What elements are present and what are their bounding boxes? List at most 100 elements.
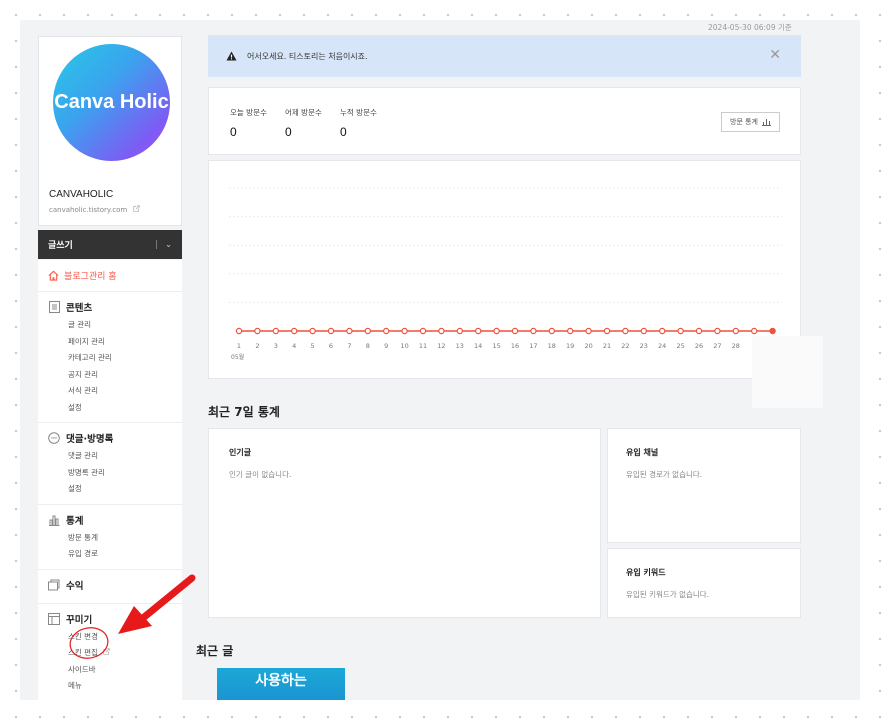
- data-point[interactable]: [290, 327, 298, 335]
- data-point[interactable]: [585, 327, 592, 335]
- x-tick-label: 14: [474, 342, 482, 350]
- data-point[interactable]: [530, 327, 537, 335]
- yesterday-visits-count: 0: [285, 125, 292, 139]
- sidebar-section-revenue: 수익: [38, 569, 182, 604]
- sidebar-item-contents[interactable]: 콘텐츠: [48, 300, 182, 314]
- referrer-keyword-empty: 유입된 키워드가 없습니다.: [626, 590, 710, 599]
- data-point[interactable]: [751, 327, 758, 335]
- data-point[interactable]: [419, 327, 427, 335]
- sidebar-subitem-menu[interactable]: 메뉴: [48, 678, 182, 695]
- data-point[interactable]: [475, 327, 482, 335]
- data-point[interactable]: [695, 327, 703, 335]
- x-tick-label: 28: [732, 342, 740, 350]
- sidebar-subitem-guestbook[interactable]: 방명록 관리: [48, 465, 182, 482]
- data-point[interactable]: [567, 327, 574, 335]
- welcome-notice: 어서오세요. 티스토리는 처음이시죠. ✕: [208, 35, 801, 77]
- sidebar-subitem-posts[interactable]: 글 관리: [48, 317, 182, 334]
- sidebar-item-revenue[interactable]: 수익: [48, 578, 182, 592]
- chart-icon: [48, 514, 60, 526]
- sidebar-subitem-visit-stats[interactable]: 방문 통계: [48, 530, 182, 547]
- x-tick-label: 13: [456, 342, 464, 350]
- referrer-keyword-title: 유입 키워드: [626, 568, 666, 577]
- thumbnail-text: 사용하는: [255, 673, 307, 689]
- sidebar-item-comments[interactable]: 댓글·방명록: [48, 431, 182, 445]
- data-point[interactable]: [640, 327, 647, 335]
- data-point[interactable]: [382, 327, 390, 335]
- data-point[interactable]: [254, 327, 261, 335]
- avatar[interactable]: Canva Holic: [53, 44, 170, 161]
- data-point[interactable]: [603, 327, 611, 335]
- popular-posts-title: 인기글: [229, 448, 252, 457]
- data-point[interactable]: [235, 327, 243, 335]
- blog-url-text: canvaholic.tistory.com: [49, 206, 128, 214]
- data-point[interactable]: [456, 327, 463, 335]
- x-tick-label: 25: [676, 342, 684, 350]
- data-point[interactable]: [769, 327, 776, 335]
- visit-stats-button[interactable]: 방문 통계: [721, 112, 780, 132]
- write-button[interactable]: 글쓰기 ⌄: [38, 230, 182, 259]
- data-point[interactable]: [732, 327, 740, 335]
- close-icon[interactable]: ✕: [769, 48, 781, 62]
- data-point[interactable]: [548, 327, 555, 335]
- blog-name[interactable]: CANVAHOLIC: [49, 189, 113, 200]
- yesterday-visits: 어제 방문수 0: [285, 108, 322, 139]
- referrer-channel-card: 유입 채널 유입된 경로가 없습니다.: [607, 428, 801, 543]
- external-link-icon: [132, 205, 140, 212]
- data-point[interactable]: [346, 327, 353, 335]
- data-point[interactable]: [272, 327, 280, 335]
- x-tick-label: 11: [419, 342, 427, 350]
- referrer-keyword-card: 유입 키워드 유입된 키워드가 없습니다.: [607, 548, 801, 618]
- blog-url[interactable]: canvaholic.tistory.com: [49, 205, 140, 214]
- sidebar-subitem-comment-settings[interactable]: 설정: [48, 481, 182, 498]
- x-tick-label: 26: [695, 342, 703, 350]
- x-tick-label: 8: [366, 342, 370, 350]
- admin-page: 2024-05-30 06:09 기준 Canva Holic CANVAHOL…: [20, 20, 860, 700]
- write-button-label: 글쓰기: [48, 241, 73, 251]
- chevron-down-icon[interactable]: ⌄: [156, 240, 172, 249]
- external-link-icon: [103, 648, 111, 655]
- sidebar-item-stats[interactable]: 통계: [48, 513, 182, 527]
- stats-timestamp: 2024-05-30 06:09 기준: [708, 23, 792, 32]
- x-tick-label: 21: [603, 342, 611, 350]
- sidebar-subitem-templates[interactable]: 서식 관리: [48, 383, 182, 400]
- data-point[interactable]: [401, 327, 408, 335]
- x-tick-label: 27: [713, 342, 721, 350]
- sidebar-subitem-referrers[interactable]: 유입 경로: [48, 546, 182, 563]
- data-point[interactable]: [659, 327, 666, 335]
- sidebar-item-design[interactable]: 꾸미기: [48, 612, 182, 626]
- comment-icon: [48, 432, 60, 444]
- home-icon: [48, 270, 59, 281]
- data-point[interactable]: [677, 327, 684, 335]
- data-point[interactable]: [714, 327, 721, 335]
- x-tick-label: 7: [347, 342, 351, 350]
- data-point[interactable]: [622, 327, 629, 335]
- data-point[interactable]: [364, 327, 371, 335]
- sidebar-subitem-notices[interactable]: 공지 관리: [48, 367, 182, 384]
- x-tick-label: 22: [621, 342, 629, 350]
- x-tick-label: 5: [311, 342, 315, 350]
- month-label: 05월: [231, 353, 244, 361]
- recent-post-thumbnail[interactable]: 사용하는: [217, 668, 345, 700]
- x-tick-label: 17: [529, 342, 537, 350]
- sidebar-subitem-content-settings[interactable]: 설정: [48, 400, 182, 417]
- sidebar-section-comments: 댓글·방명록 댓글 관리 방명록 관리 설정: [38, 423, 182, 505]
- sidebar-subitem-categories[interactable]: 카테고리 관리: [48, 350, 182, 367]
- data-point[interactable]: [309, 327, 316, 335]
- total-visits: 누적 방문수 0: [340, 108, 377, 139]
- sidebar-subitem-skin-edit[interactable]: 스킨 편집: [48, 645, 182, 662]
- sidebar-subitem-pages[interactable]: 페이지 관리: [48, 334, 182, 351]
- sidebar-subitem-comments[interactable]: 댓글 관리: [48, 448, 182, 465]
- popular-posts-empty: 인기 글이 없습니다.: [229, 470, 292, 479]
- data-point[interactable]: [327, 327, 335, 335]
- data-point[interactable]: [511, 327, 519, 335]
- sidebar-subitem-sidebar[interactable]: 사이드바: [48, 662, 182, 679]
- sidebar-item-home[interactable]: 블로그관리 홈: [38, 260, 182, 292]
- line-chart: 1 2 3 4 5 6 7 8 9 10 11 12 13 14 15 16 17 18 19 20 21 22 23 24 2…: [229, 187, 782, 361]
- sidebar-subitem-skin-change[interactable]: 스킨 변경: [48, 629, 182, 646]
- data-point[interactable]: [438, 327, 445, 335]
- warning-icon: [226, 51, 237, 61]
- total-visits-count: 0: [340, 125, 347, 139]
- overlay-patch: [752, 336, 823, 408]
- x-tick-label: 19: [566, 342, 574, 350]
- data-point[interactable]: [493, 327, 500, 335]
